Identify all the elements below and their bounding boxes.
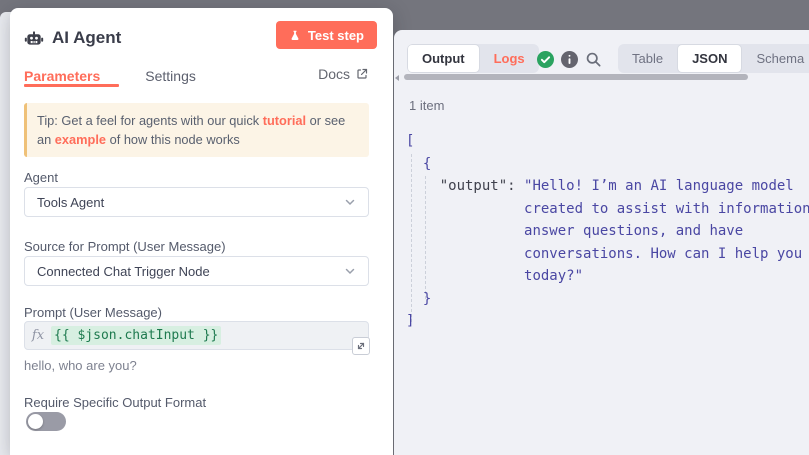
external-link-icon <box>356 68 368 80</box>
tab-json[interactable]: JSON <box>677 44 742 73</box>
tab-parameters[interactable]: Parameters <box>24 68 100 84</box>
output-panel: Output Logs Table JSON Schema 1 item [ {… <box>394 30 809 455</box>
expression-value[interactable]: {{ $json.chatInput }} <box>51 326 221 345</box>
run-view-switch: Output Logs <box>407 44 539 73</box>
success-check-icon <box>537 51 554 68</box>
items-count: 1 item <box>409 98 444 113</box>
tip-callout: Tip: Get a feel for agents with our quic… <box>24 103 369 157</box>
node-settings-panel: AI Agent Test step Parameters Settings D… <box>10 8 393 455</box>
tutorial-link[interactable]: tutorial <box>263 113 306 128</box>
expression-resolved-hint: hello, who are you? <box>24 358 137 373</box>
horizontal-scrollbar[interactable] <box>404 74 748 80</box>
search-icon[interactable] <box>585 51 602 68</box>
chevron-down-icon <box>344 265 356 277</box>
tab-logs[interactable]: Logs <box>480 44 539 73</box>
active-tab-underline <box>24 84 119 87</box>
tab-settings[interactable]: Settings <box>145 68 196 84</box>
require-output-format-toggle[interactable] <box>26 412 66 431</box>
prompt-field-label: Prompt (User Message) <box>24 305 162 320</box>
example-link[interactable]: example <box>55 132 106 147</box>
chevron-down-icon <box>344 196 356 208</box>
test-step-button[interactable]: Test step <box>276 21 377 49</box>
prompt-source-value: Connected Chat Trigger Node <box>37 264 210 279</box>
tab-table[interactable]: Table <box>618 44 677 73</box>
agent-select-value: Tools Agent <box>37 195 104 210</box>
info-icon[interactable] <box>561 51 578 68</box>
prompt-expression-input[interactable]: fx {{ $json.chatInput }} <box>24 321 369 350</box>
tip-text-suffix: of how this node works <box>106 132 240 147</box>
test-step-label: Test step <box>308 28 364 43</box>
display-mode-switch: Table JSON Schema <box>618 44 809 73</box>
toggle-knob <box>28 414 43 429</box>
source-field-label: Source for Prompt (User Message) <box>24 239 226 254</box>
tab-schema[interactable]: Schema <box>742 44 809 73</box>
flask-icon <box>289 29 301 42</box>
fx-icon: fx <box>25 328 51 343</box>
agent-field-label: Agent <box>24 170 58 185</box>
json-code: [ { "output": "Hello! I’m an AI language… <box>406 130 809 455</box>
docs-link[interactable]: Docs <box>318 66 368 82</box>
docs-label: Docs <box>318 66 350 82</box>
expand-icon <box>356 341 366 351</box>
tab-output[interactable]: Output <box>407 44 480 73</box>
prompt-source-select[interactable]: Connected Chat Trigger Node <box>24 256 369 286</box>
scrollbar-left-arrow[interactable] <box>395 75 399 81</box>
agent-select[interactable]: Tools Agent <box>24 187 369 217</box>
node-title: AI Agent <box>52 28 121 48</box>
robot-icon <box>24 28 44 48</box>
output-format-label: Require Specific Output Format <box>24 395 206 410</box>
tip-text: Tip: Get a feel for agents with our quic… <box>37 113 263 128</box>
node-header: AI Agent <box>24 22 121 54</box>
expand-expression-button[interactable] <box>352 337 370 355</box>
